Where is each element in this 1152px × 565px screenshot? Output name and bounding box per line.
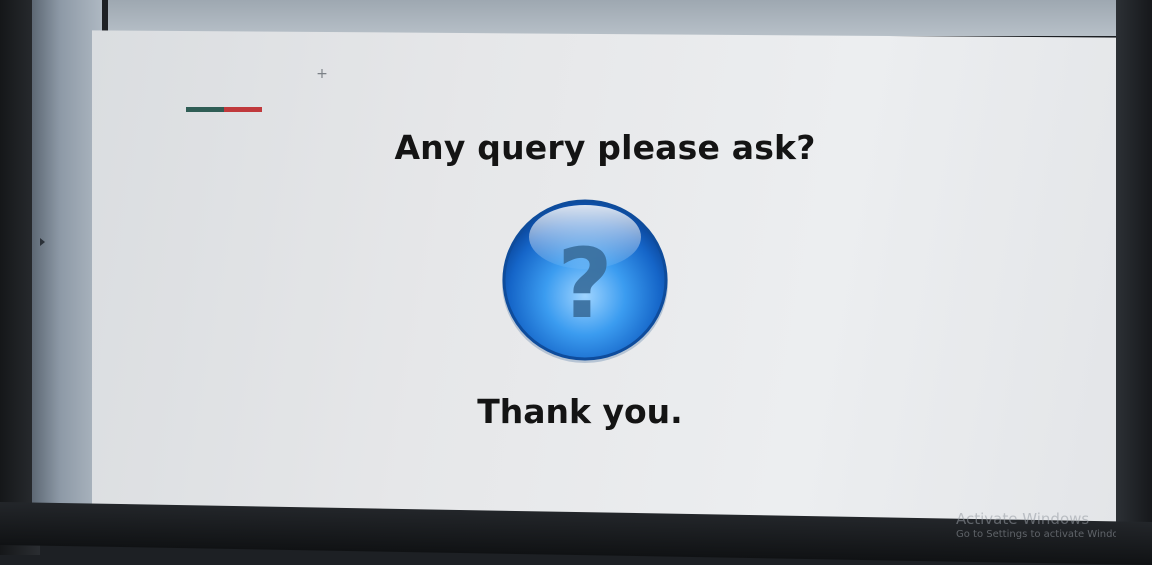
accent-bar-green — [186, 107, 224, 112]
pane-expand-arrow-icon[interactable] — [40, 238, 45, 246]
activate-windows-watermark: Activate Windows Go to Settings to activ… — [956, 510, 1116, 540]
slide-title: Any query please ask? — [394, 128, 816, 167]
monitor-bezel-right — [1116, 0, 1152, 555]
closing-text: Thank you. — [477, 392, 683, 431]
crosshair-cursor-icon: + — [316, 66, 328, 82]
question-mark-icon: ? — [500, 195, 670, 365]
watermark-line-2: Go to Settings to activate Windows. — [956, 529, 1116, 540]
svg-text:?: ? — [557, 228, 613, 340]
accent-bar-red — [224, 107, 262, 112]
watermark-line-1: Activate Windows — [956, 510, 1090, 528]
